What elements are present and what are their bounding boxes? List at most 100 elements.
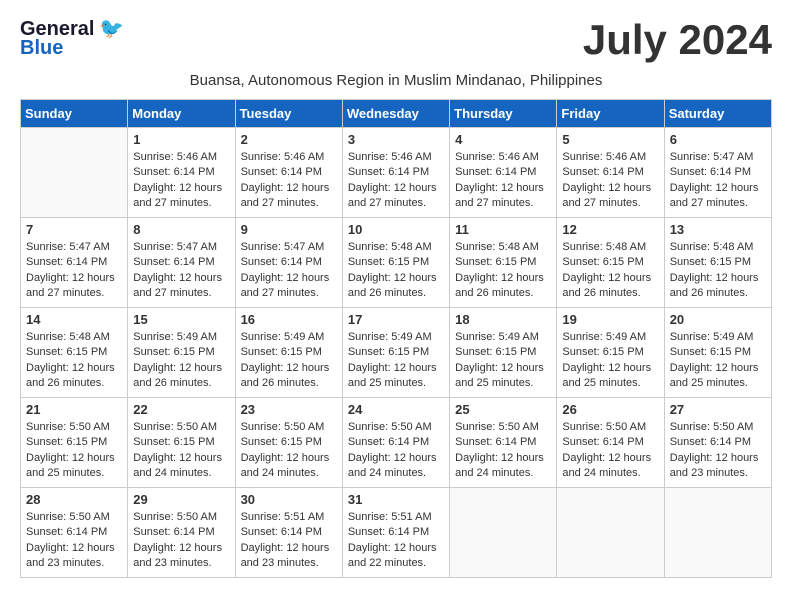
day-info: Sunrise: 5:50 AM Sunset: 6:15 PM Dayligh… [133,420,229,482]
day-number: 6 [670,132,766,147]
day-info: Sunrise: 5:46 AM Sunset: 6:14 PM Dayligh… [562,150,658,212]
day-number: 13 [670,222,766,237]
day-number: 3 [348,132,444,147]
day-info: Sunrise: 5:47 AM Sunset: 6:14 PM Dayligh… [26,240,122,302]
day-info: Sunrise: 5:48 AM Sunset: 6:15 PM Dayligh… [26,330,122,392]
calendar-empty-cell [21,128,128,218]
day-number: 30 [241,492,337,507]
day-info: Sunrise: 5:50 AM Sunset: 6:14 PM Dayligh… [562,420,658,482]
page-container: General 🐦 Blue July 2024 Buansa, Autonom… [0,0,792,594]
calendar-day-7: 7 Sunrise: 5:47 AM Sunset: 6:14 PM Daylig… [21,218,128,308]
day-info: Sunrise: 5:48 AM Sunset: 6:15 PM Dayligh… [562,240,658,302]
calendar-day-30: 30 Sunrise: 5:51 AM Sunset: 6:14 PM Dayli… [235,488,342,578]
calendar-day-5: 5 Sunrise: 5:46 AM Sunset: 6:14 PM Daylig… [557,128,664,218]
day-number: 9 [241,222,337,237]
calendar-day-18: 18 Sunrise: 5:49 AM Sunset: 6:15 PM Dayli… [450,308,557,398]
calendar-day-10: 10 Sunrise: 5:48 AM Sunset: 6:15 PM Dayli… [342,218,449,308]
calendar-day-11: 11 Sunrise: 5:48 AM Sunset: 6:15 PM Dayli… [450,218,557,308]
day-info: Sunrise: 5:47 AM Sunset: 6:14 PM Dayligh… [133,240,229,302]
calendar-day-9: 9 Sunrise: 5:47 AM Sunset: 6:14 PM Daylig… [235,218,342,308]
month-title: July 2024 [583,16,772,64]
day-info: Sunrise: 5:49 AM Sunset: 6:15 PM Dayligh… [133,330,229,392]
day-number: 23 [241,402,337,417]
calendar-day-15: 15 Sunrise: 5:49 AM Sunset: 6:15 PM Dayli… [128,308,235,398]
day-number: 19 [562,312,658,327]
calendar-day-17: 17 Sunrise: 5:49 AM Sunset: 6:15 PM Dayli… [342,308,449,398]
day-number: 10 [348,222,444,237]
calendar-day-4: 4 Sunrise: 5:46 AM Sunset: 6:14 PM Daylig… [450,128,557,218]
day-number: 20 [670,312,766,327]
day-info: Sunrise: 5:49 AM Sunset: 6:15 PM Dayligh… [241,330,337,392]
calendar-day-20: 20 Sunrise: 5:49 AM Sunset: 6:15 PM Dayli… [664,308,771,398]
day-number: 11 [455,222,551,237]
day-number: 31 [348,492,444,507]
calendar-day-1: 1Sunrise: 5:46 AM Sunset: 6:14 PM Daylig… [128,128,235,218]
day-number: 25 [455,402,551,417]
calendar-day-3: 3 Sunrise: 5:46 AM Sunset: 6:14 PM Daylig… [342,128,449,218]
day-number: 28 [26,492,122,507]
day-number: 15 [133,312,229,327]
day-number: 5 [562,132,658,147]
day-info: Sunrise: 5:49 AM Sunset: 6:15 PM Dayligh… [348,330,444,392]
calendar-day-19: 19 Sunrise: 5:49 AM Sunset: 6:15 PM Dayli… [557,308,664,398]
day-info: Sunrise: 5:50 AM Sunset: 6:14 PM Dayligh… [133,510,229,572]
day-number: 4 [455,132,551,147]
calendar-day-28: 28 Sunrise: 5:50 AM Sunset: 6:14 PM Dayli… [21,488,128,578]
calendar-empty-cell [664,488,771,578]
calendar-week-row: 21Sunrise: 5:50 AM Sunset: 6:15 PM Dayli… [21,398,772,488]
day-info: Sunrise: 5:51 AM Sunset: 6:14 PM Dayligh… [241,510,337,572]
calendar-week-row: 1 Sunrise: 5:46 AM Sunset: 6:14 PM Daylig… [21,128,772,218]
day-number: 2 [241,132,337,147]
weekday-header-sunday: Sunday [21,100,128,128]
calendar-empty-cell [557,488,664,578]
calendar-day-23: 23 Sunrise: 5:50 AM Sunset: 6:15 PM Dayli… [235,398,342,488]
calendar-day-25: 25 Sunrise: 5:50 AM Sunset: 6:14 PM Dayli… [450,398,557,488]
logo: General 🐦 Blue [20,16,124,60]
calendar-day-26: 26 Sunrise: 5:50 AM Sunset: 6:14 PM Dayli… [557,398,664,488]
day-info: Sunrise: 5:50 AM Sunset: 6:15 PM Dayligh… [241,420,337,482]
calendar-day-16: 16 Sunrise: 5:49 AM Sunset: 6:15 PM Dayli… [235,308,342,398]
day-number: 1 [133,132,229,147]
logo-bird-icon: 🐦 [99,18,124,40]
calendar-day-2: 2Sunrise: 5:46 AM Sunset: 6:14 PM Daylig… [235,128,342,218]
day-number: 17 [348,312,444,327]
day-info: Sunrise: 5:50 AM Sunset: 6:14 PM Dayligh… [26,510,122,572]
calendar-day-8: 8 Sunrise: 5:47 AM Sunset: 6:14 PM Daylig… [128,218,235,308]
day-number: 18 [455,312,551,327]
calendar-day-31: 31Sunrise: 5:51 AM Sunset: 6:14 PM Dayli… [342,488,449,578]
calendar-header-row: SundayMondayTuesdayWednesdayThursdayFrid… [21,100,772,128]
day-number: 16 [241,312,337,327]
day-info: Sunrise: 5:50 AM Sunset: 6:14 PM Dayligh… [348,420,444,482]
day-info: Sunrise: 5:49 AM Sunset: 6:15 PM Dayligh… [562,330,658,392]
day-info: Sunrise: 5:49 AM Sunset: 6:15 PM Dayligh… [455,330,551,392]
calendar-day-27: 27Sunrise: 5:50 AM Sunset: 6:14 PM Dayli… [664,398,771,488]
day-number: 29 [133,492,229,507]
weekday-header-saturday: Saturday [664,100,771,128]
day-info: Sunrise: 5:50 AM Sunset: 6:15 PM Dayligh… [26,420,122,482]
day-info: Sunrise: 5:50 AM Sunset: 6:14 PM Dayligh… [670,420,766,482]
day-info: Sunrise: 5:48 AM Sunset: 6:15 PM Dayligh… [670,240,766,302]
weekday-header-thursday: Thursday [450,100,557,128]
day-number: 24 [348,402,444,417]
weekday-header-wednesday: Wednesday [342,100,449,128]
day-info: Sunrise: 5:46 AM Sunset: 6:14 PM Dayligh… [455,150,551,212]
day-info: Sunrise: 5:48 AM Sunset: 6:15 PM Dayligh… [348,240,444,302]
calendar-day-13: 13 Sunrise: 5:48 AM Sunset: 6:15 PM Dayli… [664,218,771,308]
calendar-day-6: 6Sunrise: 5:47 AM Sunset: 6:14 PM Daylig… [664,128,771,218]
calendar-day-12: 12 Sunrise: 5:48 AM Sunset: 6:15 PM Dayli… [557,218,664,308]
day-number: 26 [562,402,658,417]
location-text: Buansa, Autonomous Region in Muslim Mind… [20,72,772,89]
day-info: Sunrise: 5:50 AM Sunset: 6:14 PM Dayligh… [455,420,551,482]
calendar-week-row: 14Sunrise: 5:48 AM Sunset: 6:15 PM Dayli… [21,308,772,398]
day-number: 12 [562,222,658,237]
day-number: 7 [26,222,122,237]
day-info: Sunrise: 5:47 AM Sunset: 6:14 PM Dayligh… [241,240,337,302]
day-info: Sunrise: 5:46 AM Sunset: 6:14 PM Dayligh… [348,150,444,212]
calendar-day-22: 22Sunrise: 5:50 AM Sunset: 6:15 PM Dayli… [128,398,235,488]
day-number: 8 [133,222,229,237]
day-info: Sunrise: 5:48 AM Sunset: 6:15 PM Dayligh… [455,240,551,302]
day-info: Sunrise: 5:49 AM Sunset: 6:15 PM Dayligh… [670,330,766,392]
calendar-week-row: 7 Sunrise: 5:47 AM Sunset: 6:14 PM Daylig… [21,218,772,308]
calendar-week-row: 28 Sunrise: 5:50 AM Sunset: 6:14 PM Dayli… [21,488,772,578]
calendar-table: SundayMondayTuesdayWednesdayThursdayFrid… [20,99,772,578]
